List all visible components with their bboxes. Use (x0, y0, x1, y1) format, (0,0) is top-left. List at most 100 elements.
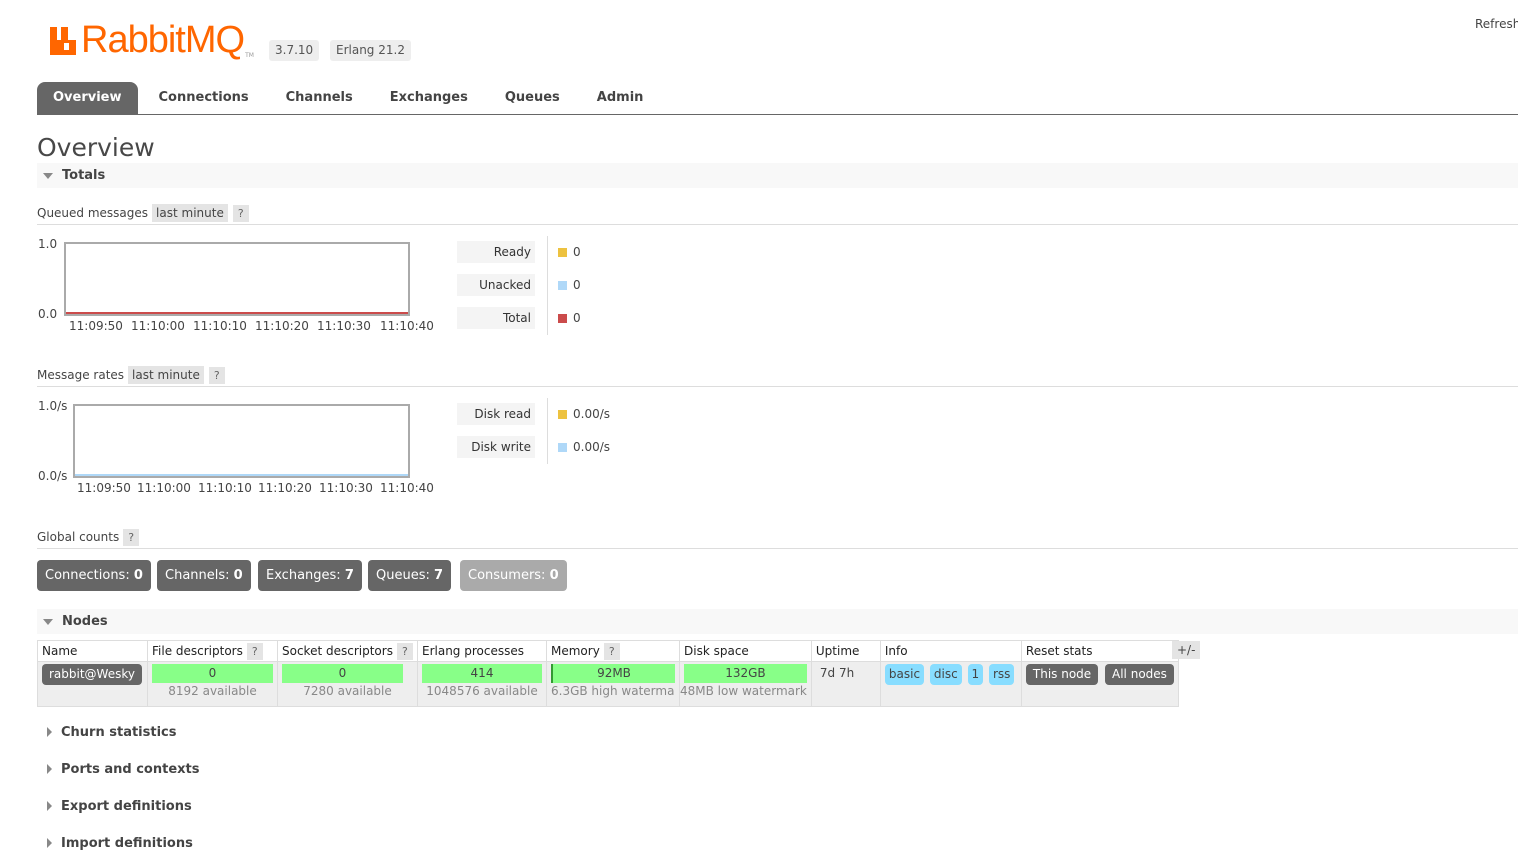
col-fd-label: File descriptors (152, 644, 243, 658)
sd-available: 7280 available (303, 684, 392, 698)
nodes-section-toggle[interactable]: Nodes (37, 609, 1518, 634)
expanded-triangle-icon (43, 618, 53, 625)
queues-count-button[interactable]: Queues: 7 (368, 560, 452, 591)
rates-range-selector[interactable]: last minute (128, 366, 204, 384)
queued-x-tick: 11:10:20 (255, 319, 309, 333)
rates-disk-write-series-line (75, 474, 408, 476)
section-title: Import definitions (61, 835, 193, 851)
tab-queues[interactable]: Queues (484, 82, 576, 114)
legend-unacked-value: 0 (558, 278, 581, 292)
exchanges-count-label: Exchanges: (266, 568, 341, 583)
tab-exchanges[interactable]: Exchanges (369, 82, 484, 114)
collapsed-triangle-icon (47, 764, 52, 774)
reset-all-nodes-button[interactable]: All nodes (1105, 664, 1174, 685)
churn-statistics-section-toggle[interactable]: Churn statistics (37, 721, 177, 743)
ep-available: 1048576 available (426, 684, 538, 698)
rates-x-tick: 11:09:50 (77, 481, 131, 495)
queued-messages-subheader: Queued messages last minute ? (37, 202, 1518, 225)
col-socket-descriptors[interactable]: Socket descriptors? (277, 640, 418, 662)
tab-channels[interactable]: Channels (265, 82, 369, 114)
disk-write-swatch (558, 442, 567, 452)
rates-x-tick: 11:10:30 (319, 481, 373, 495)
section-title: Ports and contexts (61, 761, 200, 777)
col-uptime-label: Uptime (815, 644, 860, 658)
col-info-label: Info (884, 644, 908, 658)
queued-total-series-line (66, 312, 408, 314)
legend-disk-read-label: Disk read (457, 403, 535, 425)
ep-usage-bar: 414 (422, 664, 542, 683)
memory-usage-bar: 92MB (551, 664, 675, 683)
toggle-columns-button[interactable]: +/- (1172, 641, 1201, 659)
consumers-count-button[interactable]: Consumers: 0 (460, 560, 567, 591)
tab-connections[interactable]: Connections (138, 82, 265, 114)
ready-swatch (558, 247, 567, 257)
disk-write-rate: 0.00/s (573, 440, 611, 454)
info-tag: disc (929, 664, 962, 685)
erlang-version-badge: Erlang 21.2 (330, 40, 411, 61)
sd-help-icon[interactable]: ? (396, 643, 413, 660)
col-reset-stats[interactable]: Reset stats (1020, 640, 1179, 662)
rabbitmq-logo-icon (50, 27, 76, 55)
legend-total-value: 0 (558, 311, 581, 325)
disk-cell: 132GB 48MB low watermark (679, 661, 812, 707)
info-tag: 1 (967, 664, 984, 685)
logo-trademark: TM (245, 52, 254, 59)
totals-title: Totals (62, 168, 106, 183)
col-file-descriptors[interactable]: File descriptors? (147, 640, 278, 662)
exchanges-count-button[interactable]: Exchanges: 7 (258, 560, 362, 591)
total-count: 0 (573, 311, 581, 325)
total-swatch (558, 313, 567, 323)
connections-count-button[interactable]: Connections: 0 (37, 560, 151, 591)
nodes-table: Name File descriptors? Socket descriptor… (37, 640, 1179, 707)
connections-count-label: Connections: (45, 568, 130, 583)
ports-contexts-section-toggle[interactable]: Ports and contexts (37, 758, 199, 780)
channels-count-value: 0 (233, 568, 243, 583)
legend-ready-value: 0 (558, 245, 581, 259)
channels-count-label: Channels: (165, 568, 230, 583)
col-sd-label: Socket descriptors (282, 644, 393, 658)
rates-help-icon[interactable]: ? (208, 366, 225, 384)
memory-cell: 92MB 6.3GB high watermark (546, 661, 680, 707)
channels-count-button[interactable]: Channels: 0 (157, 560, 251, 591)
totals-section-toggle[interactable]: Totals (37, 163, 1518, 188)
global-counts-help-icon[interactable]: ? (123, 528, 140, 546)
rates-x-tick: 11:10:00 (137, 481, 191, 495)
tab-divider (37, 114, 1518, 115)
disk-watermark: 48MB low watermark (680, 684, 807, 698)
reset-this-node-button[interactable]: This node (1025, 664, 1099, 685)
global-counts-subheader: Global counts ? (37, 526, 1518, 549)
col-erlang-processes[interactable]: Erlang processes (417, 640, 547, 662)
col-info[interactable]: Info (879, 640, 1022, 662)
queued-x-tick: 11:09:50 (69, 319, 123, 333)
col-name-label: Name (42, 644, 78, 658)
col-uptime[interactable]: Uptime (810, 640, 881, 662)
memory-help-icon[interactable]: ? (603, 643, 620, 660)
tab-admin[interactable]: Admin (576, 82, 660, 114)
queues-count-label: Queues: (376, 568, 430, 583)
unacked-swatch (558, 280, 567, 290)
queued-x-axis: 11:09:50 11:10:00 11:10:10 11:10:20 11:1… (69, 319, 449, 335)
tab-overview[interactable]: Overview (37, 82, 138, 114)
export-definitions-section-toggle[interactable]: Export definitions (37, 795, 192, 817)
import-definitions-section-toggle[interactable]: Import definitions (37, 832, 193, 854)
rabbitmq-logo[interactable]: RabbitMQ TM (48, 20, 254, 60)
fd-usage-bar: 0 (152, 664, 273, 683)
queued-help-icon[interactable]: ? (232, 204, 249, 222)
queued-range-selector[interactable]: last minute (152, 204, 228, 222)
col-memory[interactable]: Memory? (546, 640, 680, 662)
section-title: Churn statistics (61, 724, 177, 740)
uptime-value: 7d 7h (819, 666, 855, 680)
col-name[interactable]: Name (37, 640, 148, 662)
uptime-cell: 7d 7h (810, 661, 881, 707)
consumers-count-value: 0 (549, 568, 559, 583)
col-disk-space[interactable]: Disk space (679, 640, 812, 662)
main-nav-tabs: Overview Connections Channels Exchanges … (37, 82, 659, 114)
connections-count-value: 0 (133, 568, 143, 583)
refresh-control[interactable]: Refresh (1475, 17, 1518, 31)
node-link[interactable]: rabbit@Wesky (42, 664, 142, 685)
section-title: Export definitions (61, 798, 192, 814)
unacked-count: 0 (573, 278, 581, 292)
fd-help-icon[interactable]: ? (246, 643, 263, 660)
rates-x-tick: 11:10:40 (380, 481, 434, 495)
info-cell: basic disc 1 rss (879, 661, 1022, 707)
